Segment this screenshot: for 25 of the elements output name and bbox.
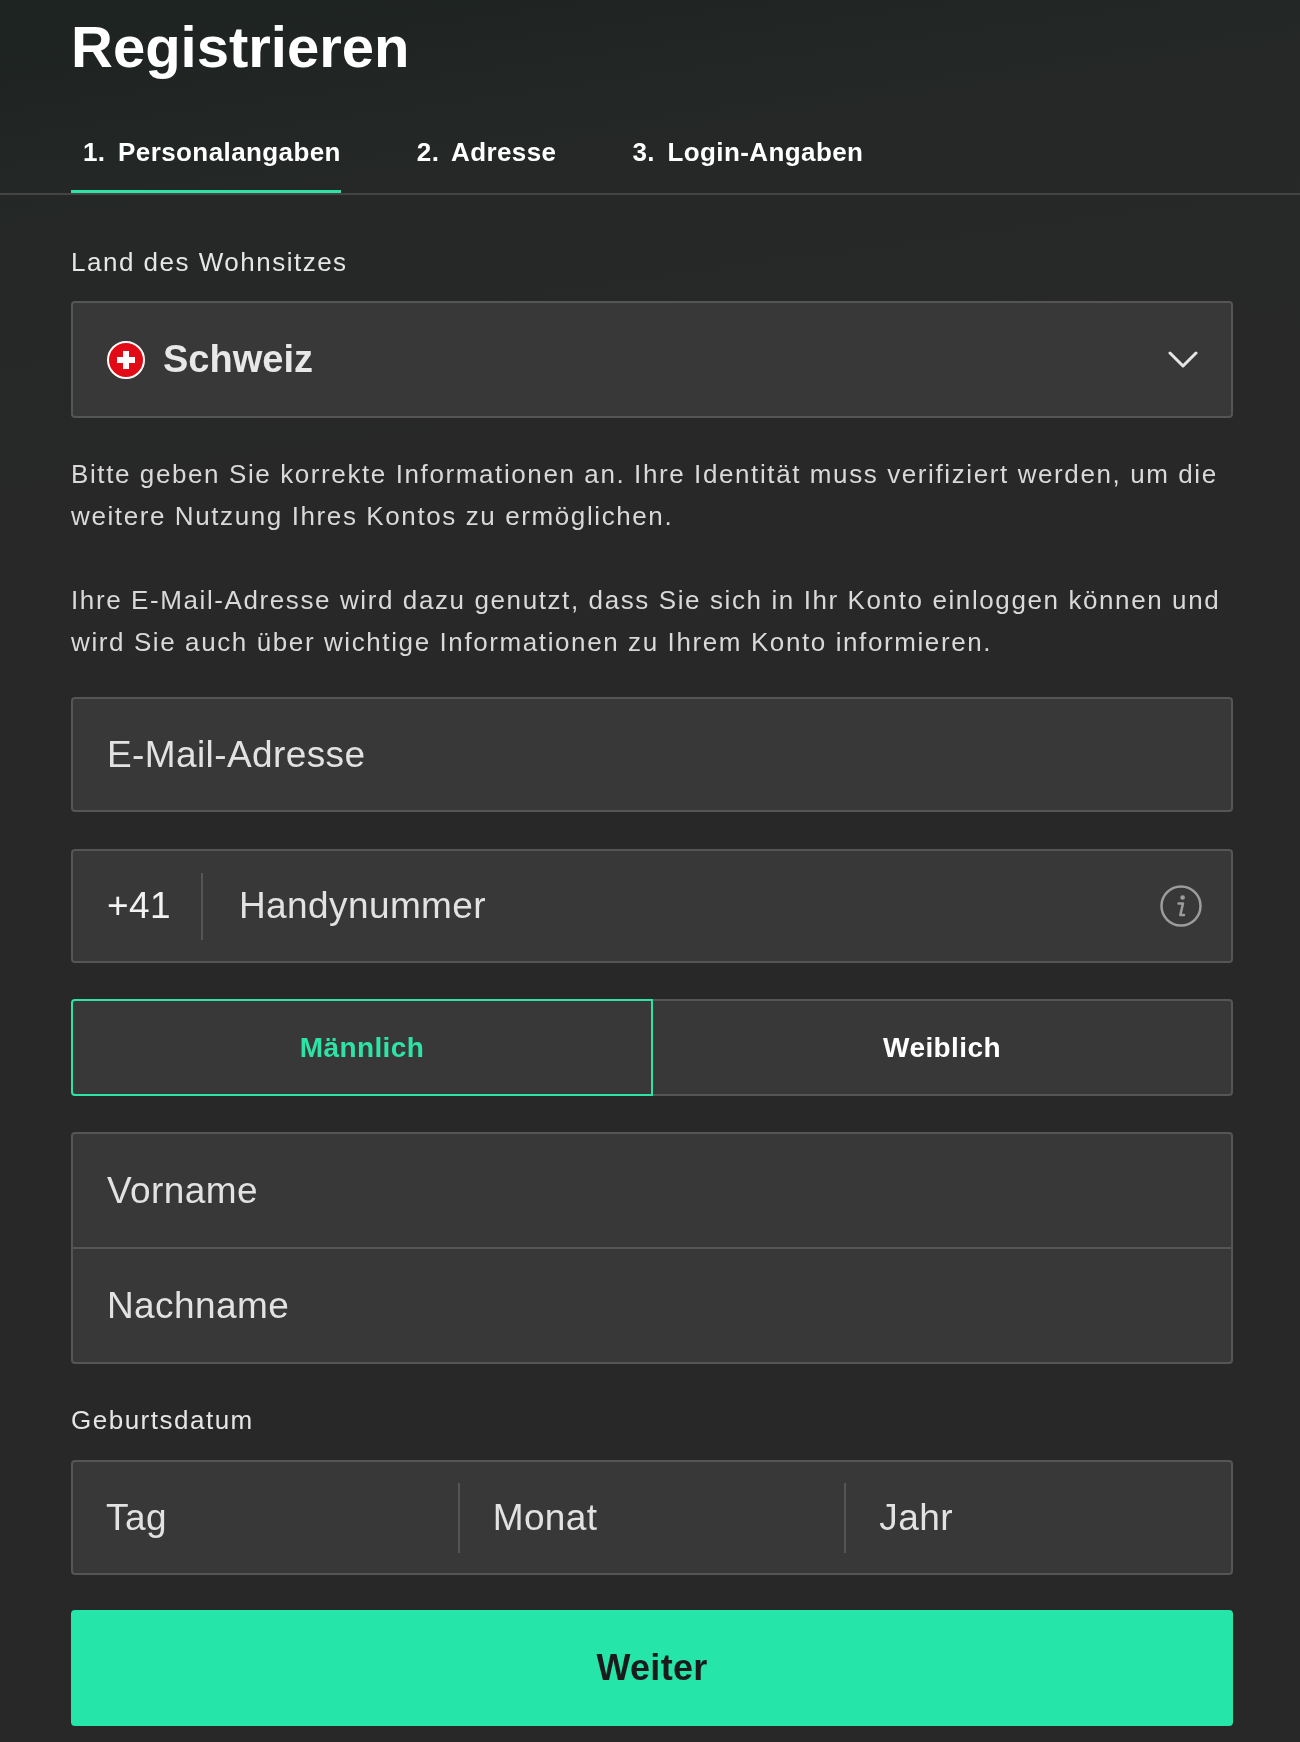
info-icon[interactable] <box>1160 885 1202 927</box>
step-tab[interactable]: 3. Login-Angaben <box>620 113 864 193</box>
birth-date-field[interactable]: Tag Monat Jahr <box>71 1460 1233 1575</box>
continue-button[interactable]: Weiter <box>71 1610 1233 1726</box>
chevron-down-icon <box>1168 351 1198 368</box>
country-label: Land des Wohnsitzes <box>71 246 348 278</box>
first-name-field[interactable]: Vorname <box>73 1134 1231 1247</box>
gender-option[interactable]: Weiblich <box>651 999 1233 1096</box>
phone-field[interactable]: +41 Handynummer <box>71 849 1233 963</box>
swiss-flag-icon <box>107 340 145 379</box>
year-field[interactable]: Jahr <box>846 1462 1231 1573</box>
country-code: +41 <box>107 885 171 927</box>
month-field[interactable]: Monat <box>459 1462 845 1573</box>
last-name-field[interactable]: Nachname <box>73 1249 1231 1362</box>
name-field-group[interactable]: Vorname Nachname <box>71 1132 1233 1364</box>
phone-number-input[interactable]: Handynummer <box>238 851 1160 961</box>
info-paragraph: Ihre E-Mail-Adresse wird dazu genutzt, dass Sie sich in Ihr Konto einloggen können und wird Sie auch über wichtige Informationen zu Ihrem Konto informieren. <box>71 584 1222 659</box>
step-tab[interactable]: 2. Adresse <box>404 113 557 193</box>
birth-date-label: Geburtsdatum <box>71 1404 254 1436</box>
day-field[interactable]: Tag <box>73 1462 458 1573</box>
info-paragraph: Bitte geben Sie korrekte Informationen an. Ihre Identität muss verifiziert werden, um die weitere Nutzung Ihres Kontos zu ermöglichen. <box>71 458 1219 533</box>
country-select[interactable]: Schweiz <box>71 301 1233 418</box>
gender-option[interactable]: Männlich <box>71 999 653 1096</box>
step-tab[interactable]: 1. Personalangaben <box>71 113 341 193</box>
email-field[interactable]: E-Mail-Adresse <box>71 697 1233 812</box>
